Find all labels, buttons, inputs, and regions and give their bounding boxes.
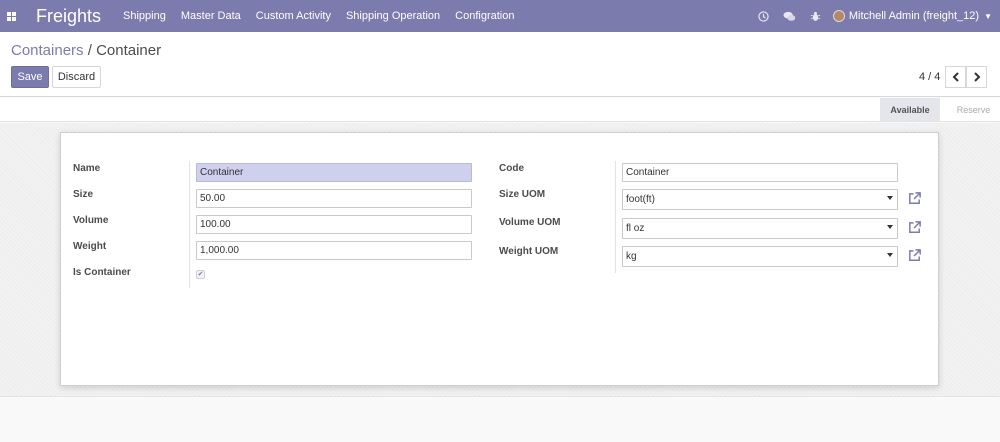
weight-uom-value: kg [626, 251, 637, 262]
menu-item-master-data[interactable]: Master Data [181, 10, 241, 22]
volume-field[interactable]: 100.00 [196, 215, 472, 234]
pager-next-button[interactable] [966, 66, 987, 88]
pager-previous-button[interactable] [945, 66, 966, 88]
is-container-label: Is Container [73, 267, 131, 278]
dropdown-arrow-icon [887, 253, 893, 257]
form-sheet: Name Size Volume Weight Is Container Con… [60, 132, 939, 386]
breadcrumb-separator: / [87, 42, 92, 59]
main-menu: Shipping Master Data Custom Activity Shi… [123, 10, 529, 22]
weight-field[interactable]: 1,000.00 [196, 241, 472, 260]
volume-label: Volume [73, 215, 109, 226]
chevron-left-icon [952, 72, 959, 82]
status-bar: Available Reserve [0, 98, 1000, 122]
menu-item-shipping-operation[interactable]: Shipping Operation [346, 10, 440, 22]
is-container-checkbox[interactable]: ✔ [196, 270, 205, 279]
size-field[interactable]: 50.00 [196, 189, 472, 208]
weight-label: Weight [73, 241, 107, 252]
name-field[interactable]: Container [196, 163, 472, 182]
size-uom-value: foot(ft) [626, 194, 655, 205]
user-menu[interactable]: Mitchell Admin (freight_12) ▼ [832, 10, 992, 22]
dropdown-arrow-icon [887, 225, 893, 229]
app-name[interactable]: Freights [36, 6, 101, 27]
save-button[interactable]: Save [11, 66, 49, 88]
bottom-area [0, 396, 1000, 442]
external-link-icon[interactable] [907, 191, 923, 207]
volume-uom-label: Volume UOM [499, 217, 561, 228]
breadcrumb-containers[interactable]: Containers [11, 42, 84, 59]
external-link-icon[interactable] [907, 248, 923, 264]
breadcrumb: Containers / Container [11, 42, 161, 59]
chevron-right-icon [973, 72, 980, 82]
avatar [832, 10, 845, 22]
bug-icon[interactable] [803, 0, 829, 32]
caret-down-icon: ▼ [984, 11, 992, 21]
weight-uom-label: Weight UOM [499, 246, 559, 257]
status-available[interactable]: Available [880, 98, 940, 121]
discard-button[interactable]: Discard [52, 66, 101, 88]
pager-value[interactable]: 4 / 4 [919, 71, 940, 83]
name-label: Name [73, 163, 101, 174]
clock-icon[interactable] [751, 0, 777, 32]
code-label: Code [499, 163, 524, 174]
user-name: Mitchell Admin (freight_12) [848, 10, 980, 22]
volume-uom-value: fl oz [626, 223, 645, 234]
navbar-right: Mitchell Admin (freight_12) ▼ [751, 0, 1000, 32]
left-column-divider [189, 161, 190, 288]
top-navbar: Freights Shipping Master Data Custom Act… [0, 0, 1000, 32]
chat-icon[interactable] [777, 0, 803, 32]
volume-uom-select[interactable]: fl oz [622, 218, 898, 239]
menu-item-configration[interactable]: Configration [455, 10, 514, 22]
dropdown-arrow-icon [887, 196, 893, 200]
code-field[interactable]: Container [622, 163, 898, 182]
size-uom-select[interactable]: foot(ft) [622, 189, 898, 210]
size-label: Size [73, 189, 94, 200]
apps-menu-icon[interactable] [0, 0, 22, 32]
external-link-icon[interactable] [907, 220, 923, 236]
size-uom-label: Size UOM [499, 189, 546, 200]
breadcrumb-current: Container [96, 42, 162, 59]
status-reserve[interactable]: Reserve [947, 98, 1000, 121]
right-column-divider [615, 161, 616, 273]
menu-item-custom-activity[interactable]: Custom Activity [256, 10, 331, 22]
weight-uom-select[interactable]: kg [622, 246, 898, 267]
control-panel: Containers / Container Save Discard 4 / … [0, 32, 1000, 97]
menu-item-shipping[interactable]: Shipping [123, 10, 166, 22]
